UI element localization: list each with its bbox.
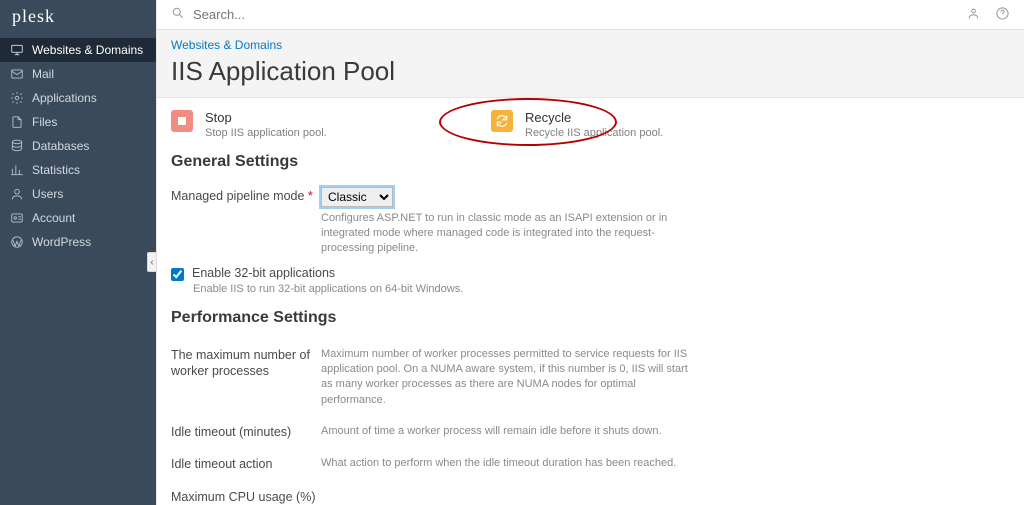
- user-icon[interactable]: [966, 6, 981, 24]
- general-settings-heading: General Settings: [171, 153, 1010, 171]
- sidebar-collapse-handle[interactable]: ‹: [147, 252, 157, 272]
- perf-row-idle-timeout: Idle timeout (minutes) Amount of time a …: [171, 414, 1010, 446]
- page-title: IIS Application Pool: [171, 56, 1010, 87]
- sidebar-item-wordpress[interactable]: WordPress: [0, 230, 156, 254]
- field-enable-32bit: Enable 32-bit applications: [171, 262, 1010, 283]
- recycle-icon: [491, 110, 513, 132]
- monitor-icon: [10, 43, 24, 57]
- action-recycle-title: Recycle: [525, 110, 663, 125]
- action-stop[interactable]: Stop Stop IIS application pool.: [171, 110, 451, 139]
- search-input[interactable]: [193, 7, 958, 22]
- action-stop-title: Stop: [205, 110, 327, 125]
- content-area: Stop Stop IIS application pool. Recycle …: [157, 98, 1024, 505]
- perf-row-worker-processes: The maximum number of worker processes M…: [171, 337, 1010, 415]
- action-stop-desc: Stop IIS application pool.: [205, 127, 327, 139]
- sidebar-item-label: Websites & Domains: [32, 43, 143, 57]
- stop-icon: [171, 110, 193, 132]
- required-marker: *: [308, 189, 313, 203]
- enable-32bit-checkbox[interactable]: [171, 268, 184, 281]
- sidebar-items: Websites & Domains Mail Applications Fil…: [0, 38, 156, 254]
- users-icon: [10, 187, 24, 201]
- action-row: Stop Stop IIS application pool. Recycle …: [171, 110, 1010, 139]
- enable-32bit-label: Enable 32-bit applications: [192, 266, 335, 280]
- perf-help: Amount of time a worker process will rem…: [321, 424, 691, 439]
- sidebar-item-applications[interactable]: Applications: [0, 86, 156, 110]
- perf-label: Idle timeout action: [171, 456, 321, 472]
- stats-icon: [10, 163, 24, 177]
- perf-help: What action to perform when the idle tim…: [321, 456, 691, 471]
- account-icon: [10, 211, 24, 225]
- mail-icon: [10, 67, 24, 81]
- sidebar-item-databases[interactable]: Databases: [0, 134, 156, 158]
- sidebar-item-users[interactable]: Users: [0, 182, 156, 206]
- perf-help: Maximum number of worker processes permi…: [321, 347, 691, 409]
- perf-row-max-cpu: Maximum CPU usage (%): [171, 479, 1010, 505]
- perf-label: Idle timeout (minutes): [171, 424, 321, 440]
- sidebar-item-account[interactable]: Account: [0, 206, 156, 230]
- sidebar-item-label: Users: [32, 187, 63, 201]
- main-panel: Websites & Domains IIS Application Pool …: [156, 0, 1024, 505]
- sidebar-item-label: WordPress: [32, 235, 91, 249]
- field-managed-pipeline: Managed pipeline mode * Classic Integrat…: [171, 181, 1010, 262]
- page-header: Websites & Domains IIS Application Pool: [157, 30, 1024, 98]
- perf-label: The maximum number of worker processes: [171, 347, 321, 380]
- enable-32bit-help: Enable IIS to run 32-bit applications on…: [193, 283, 1010, 295]
- gear-icon: [10, 91, 24, 105]
- sidebar-item-label: Files: [32, 115, 57, 129]
- sidebar: plesk Websites & Domains Mail Applicatio…: [0, 0, 156, 505]
- action-recycle-desc: Recycle IIS application pool.: [525, 127, 663, 139]
- sidebar-item-mail[interactable]: Mail: [0, 62, 156, 86]
- file-icon: [10, 115, 24, 129]
- field-label: Managed pipeline mode *: [171, 187, 321, 203]
- breadcrumb[interactable]: Websites & Domains: [171, 38, 1010, 52]
- performance-settings-heading: Performance Settings: [171, 309, 1010, 327]
- sidebar-item-label: Statistics: [32, 163, 80, 177]
- topbar-right-icons: [966, 6, 1010, 24]
- sidebar-item-label: Account: [32, 211, 75, 225]
- brand-logo: plesk: [0, 0, 156, 30]
- topbar: [157, 0, 1024, 30]
- database-icon: [10, 139, 24, 153]
- sidebar-item-label: Databases: [32, 139, 89, 153]
- field-help: Configures ASP.NET to run in classic mod…: [321, 211, 681, 256]
- wordpress-icon: [10, 235, 24, 249]
- sidebar-item-statistics[interactable]: Statistics: [0, 158, 156, 182]
- perf-label: Maximum CPU usage (%): [171, 489, 321, 505]
- search-icon: [171, 6, 185, 23]
- sidebar-item-label: Mail: [32, 67, 54, 81]
- sidebar-item-files[interactable]: Files: [0, 110, 156, 134]
- sidebar-item-label: Applications: [32, 91, 97, 105]
- managed-pipeline-select[interactable]: Classic Integrated: [321, 187, 393, 207]
- help-icon[interactable]: [995, 6, 1010, 24]
- sidebar-item-websites-domains[interactable]: Websites & Domains: [0, 38, 156, 62]
- action-recycle[interactable]: Recycle Recycle IIS application pool.: [491, 110, 771, 139]
- perf-row-idle-action: Idle timeout action What action to perfo…: [171, 446, 1010, 478]
